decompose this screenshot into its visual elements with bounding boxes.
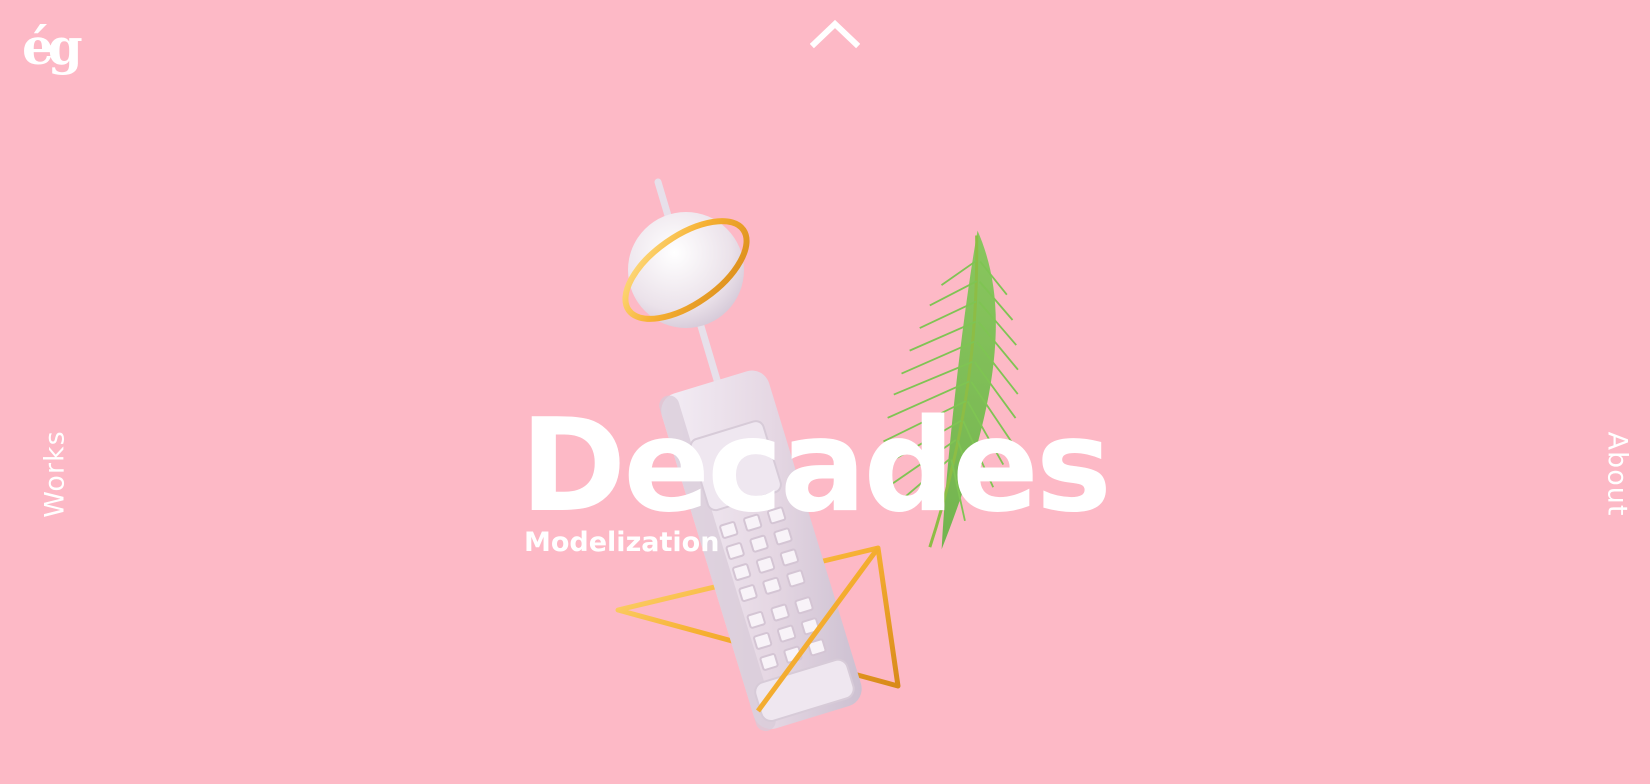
brand-logo[interactable]: ég bbox=[22, 14, 94, 80]
chevron-up-icon[interactable] bbox=[810, 14, 860, 50]
hero-subtitle: Modelization bbox=[524, 527, 720, 558]
nav-link-works[interactable]: Works bbox=[40, 430, 71, 517]
nav-link-about[interactable]: About bbox=[1602, 432, 1633, 517]
hero-title: Decades bbox=[520, 392, 1112, 541]
